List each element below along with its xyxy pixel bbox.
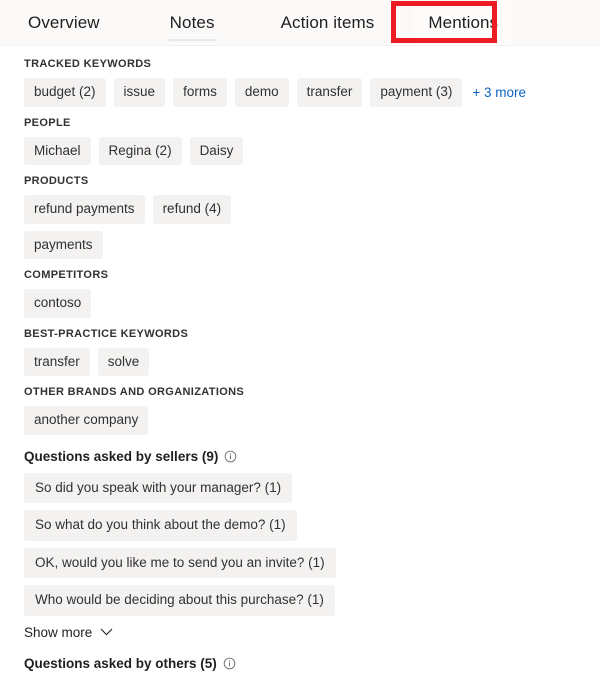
- mentions-panel: TRACKED KEYWORDS budget (2) issue forms …: [0, 46, 600, 679]
- tab-action-items[interactable]: Action items: [267, 0, 389, 46]
- keyword-chip[interactable]: demo: [234, 78, 289, 107]
- question-chip[interactable]: So what do you think about the demo? (1): [24, 510, 297, 541]
- questions-asked-by-sellers: Questions asked by sellers (9) So did yo…: [24, 449, 584, 642]
- section-label: COMPETITORS: [24, 269, 109, 281]
- show-more-sellers-button[interactable]: Show more: [24, 625, 113, 640]
- section-label: PRODUCTS: [24, 175, 89, 187]
- chip-group: refund payments refund (4) payments: [24, 195, 239, 259]
- tab-bar-divider: [0, 45, 600, 46]
- questions-sellers-title: Questions asked by sellers (9): [24, 448, 219, 464]
- tab-mentions[interactable]: Mentions: [414, 0, 513, 46]
- question-chip[interactable]: OK, would you like me to send you an inv…: [24, 547, 336, 578]
- section-products: PRODUCTS refund payments refund (4) paym…: [24, 175, 584, 259]
- person-chip[interactable]: Daisy: [189, 136, 244, 165]
- tab-bar: Overview Notes Action items Mentions: [0, 0, 600, 46]
- section-label: TRACKED KEYWORDS: [24, 58, 152, 70]
- questions-asked-by-others: Questions asked by others (5) Yeah, why …: [24, 656, 584, 679]
- competitor-chip[interactable]: contoso: [24, 289, 92, 318]
- keyword-chip[interactable]: budget (2): [24, 78, 106, 107]
- section-best-practice-keywords: BEST-PRACTICE KEYWORDS transfer solve: [24, 327, 584, 376]
- keyword-chip[interactable]: transfer: [296, 78, 363, 107]
- questions-others-title: Questions asked by others (5): [24, 655, 217, 671]
- tab-mentions-label: Mentions: [428, 13, 499, 32]
- tab-action-items-label: Action items: [280, 13, 375, 32]
- section-other-brands: OTHER BRANDS AND ORGANIZATIONS another c…: [24, 386, 584, 435]
- chevron-down-icon: [100, 628, 113, 636]
- product-chip[interactable]: refund (4): [152, 195, 232, 224]
- chip-group: another company: [24, 406, 569, 435]
- chip-group: contoso: [24, 289, 569, 318]
- chip-group: So did you speak with your manager? (1) …: [24, 472, 569, 616]
- best-practice-chip[interactable]: solve: [97, 347, 150, 376]
- product-chip[interactable]: refund payments: [24, 195, 145, 224]
- chip-group: transfer solve: [24, 347, 569, 376]
- section-competitors: COMPETITORS contoso: [24, 269, 584, 318]
- keyword-chip[interactable]: issue: [113, 78, 166, 107]
- tab-notes[interactable]: Notes: [156, 0, 229, 46]
- chip-group: budget (2) issue forms demo transfer pay…: [24, 78, 569, 107]
- section-people: PEOPLE Michael Regina (2) Daisy: [24, 116, 584, 165]
- questions-others-header: Questions asked by others (5): [24, 656, 584, 671]
- info-circle-icon[interactable]: [224, 450, 237, 463]
- question-chip[interactable]: So did you speak with your manager? (1): [24, 472, 293, 503]
- person-chip[interactable]: Regina (2): [98, 136, 182, 165]
- best-practice-chip[interactable]: transfer: [24, 347, 90, 376]
- section-label: PEOPLE: [24, 116, 71, 129]
- questions-sellers-header: Questions asked by sellers (9): [24, 449, 584, 464]
- show-more-label: Show more: [24, 624, 93, 640]
- section-label: BEST-PRACTICE KEYWORDS: [24, 327, 189, 340]
- chip-group: Michael Regina (2) Daisy: [24, 136, 569, 165]
- section-label: OTHER BRANDS AND ORGANIZATIONS: [24, 386, 245, 398]
- tab-overview-label: Overview: [28, 13, 100, 32]
- person-chip[interactable]: Michael: [24, 136, 91, 165]
- tab-notes-label: Notes: [169, 13, 215, 32]
- brand-chip[interactable]: another company: [24, 406, 149, 435]
- question-chip[interactable]: Who would be deciding about this purchas…: [24, 585, 335, 616]
- section-tracked-keywords: TRACKED KEYWORDS budget (2) issue forms …: [24, 58, 584, 107]
- product-chip[interactable]: payments: [24, 230, 103, 259]
- info-circle-icon[interactable]: [223, 657, 236, 670]
- show-more-keywords-link[interactable]: + 3 more: [470, 81, 528, 104]
- tab-overview[interactable]: Overview: [14, 0, 114, 46]
- keyword-chip[interactable]: payment (3): [370, 78, 463, 107]
- keyword-chip[interactable]: forms: [173, 78, 227, 107]
